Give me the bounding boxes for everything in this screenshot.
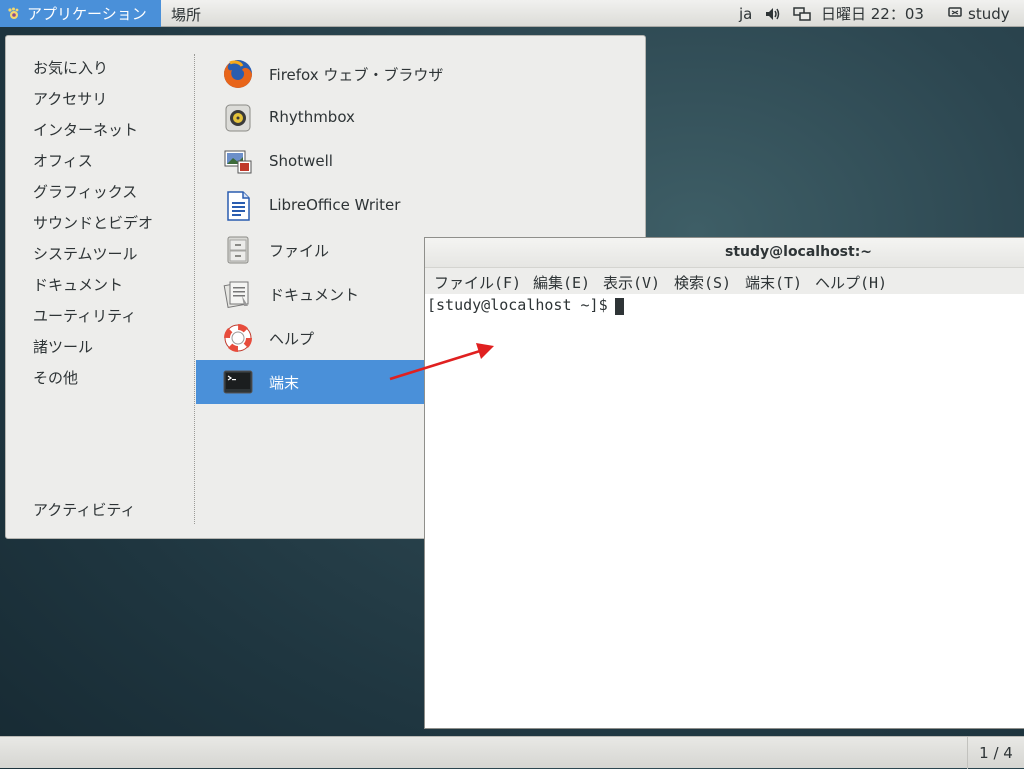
user-menu[interactable]: study xyxy=(948,0,1010,27)
category-favorites[interactable]: お気に入り xyxy=(33,57,108,78)
category-graphics[interactable]: グラフィックス xyxy=(33,181,137,202)
gnome-foot-icon xyxy=(7,7,21,21)
activities-overview-item[interactable]: アクティビティ xyxy=(33,499,135,520)
bottom-bar: 1 / 4 xyxy=(0,736,1024,769)
category-sundry[interactable]: 諸ツール xyxy=(33,336,93,357)
app-item-label: ヘルプ xyxy=(269,330,315,348)
app-item-rhythmbox[interactable]: Rhythmbox xyxy=(196,96,646,140)
shell-prompt: [study@localhost ~]$ xyxy=(427,296,608,314)
top-bar: アプリケーション 場所 ja 日曜日 22：03 study xyxy=(0,0,1024,27)
terminal-window[interactable]: study@localhost:~ ファイル(F) 編集(E) 表示(V) 検索… xyxy=(424,237,1024,729)
category-sound-video[interactable]: サウンドとビデオ xyxy=(33,212,153,233)
files-icon xyxy=(222,234,254,266)
app-item-libreoffice-writer[interactable]: LibreOffice Writer xyxy=(196,184,646,228)
shotwell-icon xyxy=(222,146,254,178)
category-system-tools[interactable]: システムツール xyxy=(33,243,138,264)
terminal-menu-view[interactable]: 表示(V) xyxy=(603,272,660,293)
terminal-title-bar[interactable]: study@localhost:~ xyxy=(425,238,1024,268)
text-cursor xyxy=(615,298,624,315)
workspace-indicator[interactable]: 1 / 4 xyxy=(967,737,1024,769)
category-documents[interactable]: ドキュメント xyxy=(33,274,123,295)
category-other[interactable]: その他 xyxy=(33,367,78,388)
clock[interactable]: 日曜日 22：03 xyxy=(821,0,924,27)
applications-menu-button[interactable]: アプリケーション xyxy=(0,0,161,27)
category-utilities[interactable]: ユーティリティ xyxy=(33,305,136,326)
terminal-menubar: ファイル(F) 編集(E) 表示(V) 検索(S) 端末(T) ヘルプ(H) xyxy=(425,268,1024,294)
input-method-label: ja xyxy=(739,4,753,23)
app-item-label: Rhythmbox xyxy=(269,108,355,126)
user-name: study xyxy=(968,4,1010,23)
app-item-label: LibreOffice Writer xyxy=(269,196,401,214)
volume-icon[interactable] xyxy=(765,0,781,27)
rhythmbox-icon xyxy=(222,102,254,134)
category-internet[interactable]: インターネット xyxy=(33,119,138,140)
app-item-label: ファイル xyxy=(269,242,330,260)
user-icon xyxy=(948,5,962,23)
app-item-firefox[interactable]: Firefox ウェブ・ブラウザ xyxy=(196,52,646,96)
workspace-label: 1 / 4 xyxy=(979,744,1013,762)
terminal-menu-help[interactable]: ヘルプ(H) xyxy=(815,272,887,293)
input-method-indicator[interactable]: ja xyxy=(739,0,752,27)
category-office[interactable]: オフィス xyxy=(33,150,93,171)
clock-label: 日曜日 22：03 xyxy=(821,5,924,23)
app-item-shotwell[interactable]: Shotwell xyxy=(196,140,646,184)
terminal-menu-search[interactable]: 検索(S) xyxy=(674,272,731,293)
help-icon xyxy=(222,322,254,354)
terminal-output[interactable]: [study@localhost ~]$ xyxy=(425,294,1024,728)
category-accessories[interactable]: アクセサリ xyxy=(33,88,107,109)
app-item-label: Shotwell xyxy=(269,152,333,170)
terminal-menu-terminal[interactable]: 端末(T) xyxy=(745,272,802,293)
annotation-arrow xyxy=(389,343,494,381)
menu-divider xyxy=(194,54,195,524)
documents-icon xyxy=(222,278,254,310)
applications-label: アプリケーション xyxy=(27,5,147,23)
firefox-icon xyxy=(222,58,254,90)
terminal-menu-edit[interactable]: 編集(E) xyxy=(533,272,590,293)
app-item-label: 端末 xyxy=(269,374,300,392)
app-item-label: Firefox ウェブ・ブラウザ xyxy=(269,66,444,84)
terminal-icon xyxy=(222,366,254,398)
places-menu-button[interactable]: 場所 xyxy=(171,4,201,25)
terminal-title: study@localhost:~ xyxy=(725,244,873,260)
network-icon[interactable] xyxy=(793,0,811,27)
terminal-menu-file[interactable]: ファイル(F) xyxy=(434,272,521,293)
app-item-label: ドキュメント xyxy=(269,286,360,304)
writer-icon xyxy=(222,190,254,222)
